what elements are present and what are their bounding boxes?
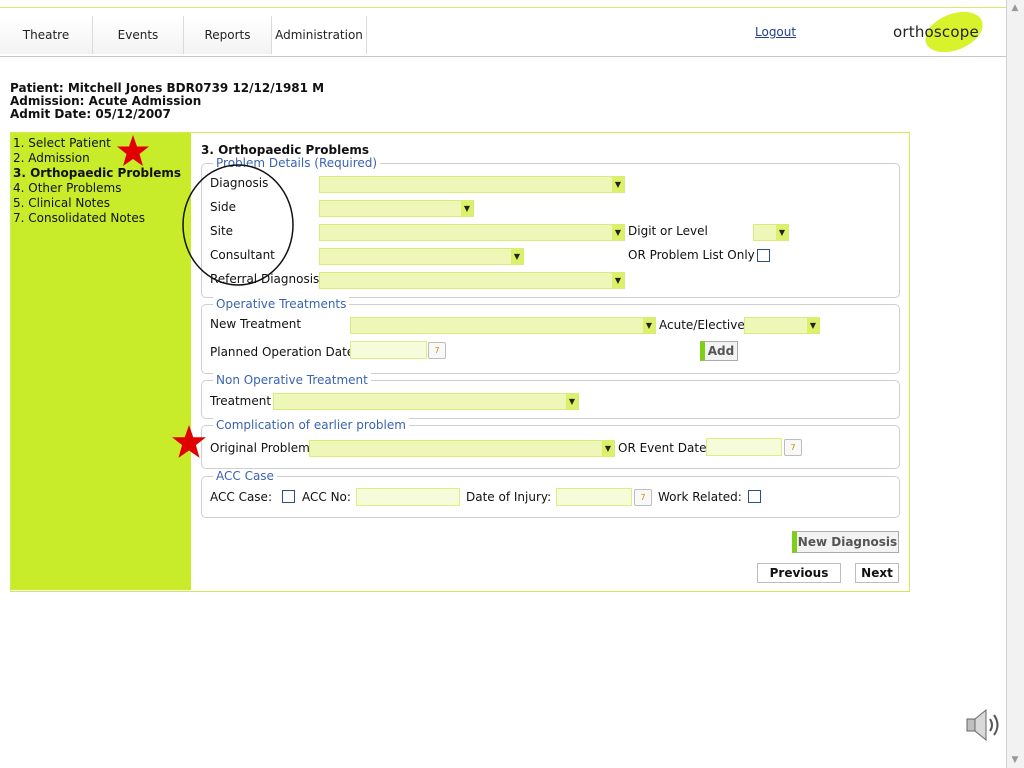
chevron-down-icon: ▼: [602, 441, 614, 456]
step-clinical-notes[interactable]: 5. Clinical Notes: [13, 196, 110, 210]
non-operative-treatment-legend: Non Operative Treatment: [213, 373, 371, 387]
patient-info: Patient: Mitchell Jones BDR0739 12/12/19…: [10, 81, 325, 95]
acc-case-checkbox[interactable]: [282, 490, 295, 503]
annotation-star-icon: [172, 425, 206, 458]
tab-administration[interactable]: Administration: [272, 16, 367, 54]
window-scrollbar[interactable]: [1006, 0, 1024, 768]
app-logo: orthoscope: [893, 23, 979, 41]
diagnosis-select[interactable]: ▼: [319, 176, 625, 193]
chevron-down-icon: ▼: [612, 225, 624, 240]
complication-legend: Complication of earlier problem: [213, 418, 409, 432]
section-title: 3. Orthopaedic Problems: [201, 143, 369, 157]
consultant-select[interactable]: ▼: [319, 248, 524, 265]
tab-events[interactable]: Events: [93, 16, 184, 54]
chevron-down-icon: ▼: [776, 225, 788, 240]
planned-operation-date-input[interactable]: [350, 341, 427, 359]
annotation-star-icon: [117, 135, 149, 166]
step-select-patient[interactable]: 1. Select Patient: [13, 136, 111, 150]
logout-link[interactable]: Logout: [755, 25, 796, 39]
acc-case-legend: ACC Case: [213, 469, 277, 483]
annotation-circle: [182, 164, 294, 286]
speaker-icon[interactable]: [964, 706, 1004, 744]
side-select[interactable]: ▼: [319, 200, 474, 217]
chevron-down-icon: ▼: [511, 249, 523, 264]
planned-operation-date-label: Planned Operation Date: [210, 345, 355, 359]
top-divider: [0, 7, 1008, 8]
calendar-icon[interactable]: 7: [634, 489, 652, 506]
original-problem-label: Original Problem: [210, 441, 310, 455]
admission-info: Admission: Acute Admission: [10, 94, 202, 108]
acc-case-label: ACC Case:: [210, 490, 272, 504]
previous-button[interactable]: Previous: [757, 563, 841, 583]
admit-date-info: Admit Date: 05/12/2007: [10, 107, 171, 121]
original-problem-select[interactable]: ▼: [309, 440, 615, 457]
or-problem-list-label: OR Problem List Only: [628, 248, 755, 262]
operative-treatments-legend: Operative Treatments: [213, 297, 350, 311]
chevron-down-icon: ▼: [807, 318, 819, 333]
chevron-down-icon: ▼: [612, 273, 624, 288]
or-problem-list-checkbox[interactable]: [757, 249, 770, 262]
referral-diagnosis-select[interactable]: ▼: [319, 272, 625, 289]
tab-reports[interactable]: Reports: [184, 16, 272, 54]
tab-theatre[interactable]: Theatre: [0, 16, 93, 54]
acc-no-input[interactable]: [356, 488, 460, 506]
new-treatment-select[interactable]: ▼: [350, 317, 656, 334]
calendar-icon[interactable]: 7: [784, 439, 802, 456]
top-nav: Theatre Events Reports Administration: [0, 16, 1006, 57]
calendar-icon[interactable]: 7: [428, 342, 446, 359]
digit-level-select[interactable]: ▼: [753, 224, 789, 241]
date-of-injury-input[interactable]: [556, 488, 632, 506]
step-admission[interactable]: 2. Admission: [13, 151, 90, 165]
chevron-down-icon: ▼: [612, 177, 624, 192]
acc-no-label: ACC No:: [302, 490, 351, 504]
operative-treatments-group: [201, 304, 900, 374]
next-button[interactable]: Next: [855, 563, 899, 583]
digit-level-label: Digit or Level: [628, 224, 708, 238]
treatment-label: Treatment: [210, 394, 272, 408]
add-treatment-button[interactable]: Add: [700, 341, 738, 361]
step-other-problems[interactable]: 4. Other Problems: [13, 181, 121, 195]
date-of-injury-label: Date of Injury:: [466, 490, 552, 504]
new-treatment-label: New Treatment: [210, 317, 302, 331]
work-related-checkbox[interactable]: [748, 490, 761, 503]
acute-elective-select[interactable]: ▼: [744, 317, 820, 334]
acute-elective-label: Acute/Elective: [659, 318, 745, 332]
chevron-down-icon: ▼: [643, 318, 655, 333]
step-consolidated-notes[interactable]: 7. Consolidated Notes: [13, 211, 145, 225]
or-event-date-input[interactable]: [706, 438, 782, 456]
chevron-down-icon: ▼: [461, 201, 473, 216]
or-event-date-label: OR Event Date: [618, 441, 707, 455]
step-orthopaedic-problems[interactable]: 3. Orthopaedic Problems: [13, 166, 181, 180]
chevron-down-icon: ▼: [566, 394, 578, 409]
scroll-up-icon[interactable]: ▲: [1009, 2, 1021, 14]
scroll-down-icon[interactable]: ▼: [1009, 754, 1021, 766]
treatment-select[interactable]: ▼: [273, 393, 579, 410]
site-select[interactable]: ▼: [319, 224, 625, 241]
work-related-label: Work Related:: [658, 490, 742, 504]
new-diagnosis-button[interactable]: New Diagnosis: [792, 531, 899, 553]
